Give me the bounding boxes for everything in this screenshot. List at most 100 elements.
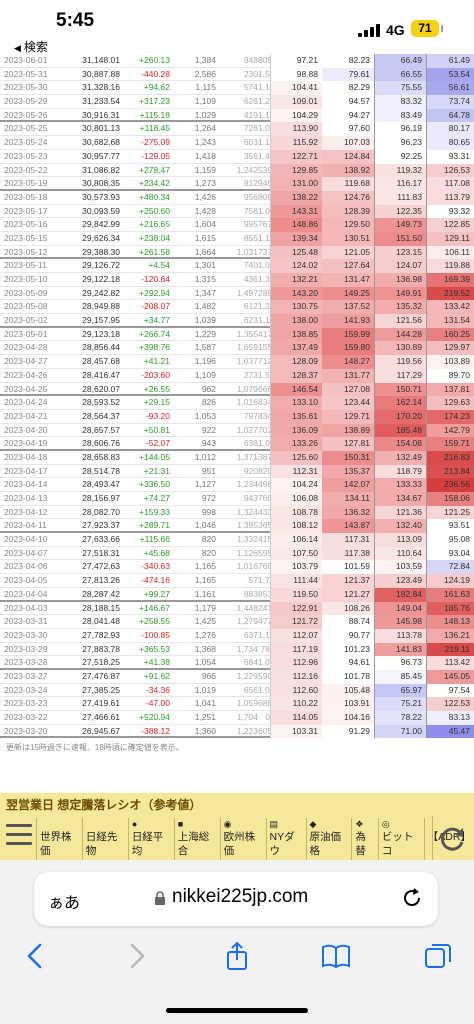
ratio-10d-cell: 79.61: [322, 67, 374, 82]
unchanged-cell: 767: [258, 219, 270, 230]
ratio-5d-cell: 112.96: [270, 656, 322, 670]
ratio-10d-cell: 129.50: [322, 218, 374, 232]
change-cell: -203.60: [141, 369, 170, 380]
declines-cell: 1,027: [236, 424, 258, 435]
nav-item-label: 欧州株価: [223, 831, 256, 857]
nav-item[interactable]: ◉ 欧州株価: [219, 818, 266, 864]
ratio-5d-cell: 104.41: [270, 81, 322, 96]
nav-item[interactable]: ● 日経平均: [127, 818, 174, 864]
change-cell: +292.94: [139, 287, 170, 298]
advances-cell: 1,347: [194, 287, 216, 298]
ratio-10d-cell: 119.68: [322, 177, 374, 191]
ratio-25d-cell: 89.70: [426, 368, 474, 383]
nav-item[interactable]: ❖ 為替: [351, 818, 377, 864]
date-cell: 2023-05-01: [4, 328, 48, 339]
advances-cell: 1,360: [194, 725, 216, 736]
aa-button[interactable]: ぁあ: [48, 889, 80, 913]
unchanged-cell: 808: [258, 191, 270, 202]
nav-item[interactable]: ■ 上海総合: [173, 818, 220, 864]
close-cell: 31,328.16: [82, 82, 120, 93]
share-icon[interactable]: [221, 940, 253, 972]
bookmarks-icon[interactable]: [320, 940, 352, 972]
ratio-15d-cell: 117.29: [374, 368, 426, 383]
close-cell: 28,949.88: [82, 301, 120, 312]
ratio-15d-cell: 113.78: [374, 628, 426, 643]
ratio-5d-cell: 133.26: [270, 437, 322, 451]
ratio-10d-cell: 143.87: [322, 519, 374, 534]
table-row: 2023-03-3027,782.93-100.851,2766371,1181…: [0, 628, 474, 643]
declines-cell: 1,448: [236, 602, 258, 613]
menu-icon[interactable]: [4, 818, 34, 854]
ratio-25d-cell: 121.25: [426, 505, 474, 520]
close-cell: 28,606.76: [82, 438, 120, 449]
ratio-10d-cell: 82.23: [322, 54, 374, 68]
unchanged-cell: 1,420: [258, 150, 270, 161]
ratio-5d-cell: 109.01: [270, 95, 322, 109]
declines-cell: 684: [243, 657, 258, 668]
nav-item[interactable]: 世界株価: [36, 818, 82, 864]
close-cell: 30,682.68: [82, 137, 120, 148]
back-to-app-link[interactable]: ◀ 検索: [14, 38, 48, 55]
close-cell: 28,287.42: [82, 588, 120, 599]
close-cell: 28,457.68: [82, 356, 120, 367]
ratio-15d-cell: 65.97: [374, 683, 426, 698]
ratio-15d-cell: 162.14: [374, 396, 426, 410]
ratio-15d-cell: 71.00: [374, 724, 426, 739]
date-cell: 2023-05-24: [4, 137, 48, 148]
close-cell: 27,923.37: [82, 520, 120, 531]
date-cell: 2023-04-14: [4, 479, 48, 490]
advances-cell: 1,165: [194, 561, 216, 572]
close-cell: 29,626.34: [82, 232, 120, 243]
flag-icon: ▤: [269, 819, 279, 829]
nav-item[interactable]: ▤ NYダウ: [265, 818, 306, 864]
date-cell: 2023-03-23: [4, 698, 48, 709]
declines-cell: 1,242: [236, 164, 258, 175]
nav-item[interactable]: 日経先物: [81, 818, 128, 864]
unchanged-cell: 590: [258, 670, 270, 681]
ratio-5d-cell: 113.90: [270, 122, 322, 137]
ratio-5d-cell: 124.02: [270, 259, 322, 273]
ratio-25d-cell: 45.47: [426, 724, 474, 739]
declines-cell: 57: [248, 575, 258, 586]
table-row: 2023-03-23 27,419.61 -47.00 1,041 1,059 688 11…: [0, 697, 474, 711]
ratio-10d-cell: 128.39: [322, 204, 374, 219]
declines-cell: 1,234: [236, 479, 258, 490]
declines-cell: 1,229: [236, 670, 258, 681]
back-icon[interactable]: [20, 940, 52, 972]
tabs-icon[interactable]: [422, 940, 454, 972]
declines-cell: 626: [243, 96, 258, 107]
advances-cell: 1,276: [194, 629, 216, 640]
table-row: 2023-05-18 30,573.93 +480.34 1,426 956 808 138…: [0, 190, 474, 205]
nav-item[interactable]: ◎ ビットコ: [377, 818, 424, 864]
table-row: 2023-04-18 28,658.83 +144.05 1,012 1,371 387 1…: [0, 450, 474, 465]
ratio-15d-cell: 110.64: [374, 546, 426, 561]
declines-cell: 638: [243, 438, 258, 449]
unchanged-cell: 712: [258, 356, 270, 367]
close-cell: 30,916.31: [82, 109, 120, 120]
reload-icon[interactable]: [400, 886, 424, 910]
refresh-icon[interactable]: [432, 816, 472, 862]
url-text[interactable]: nikkei225jp.com: [172, 886, 308, 908]
unchanged-cell: 1,118: [258, 629, 270, 640]
close-cell: 28,416.47: [82, 369, 120, 380]
declines-cell: 1,016: [236, 397, 258, 408]
nav-item[interactable]: ◆ 原油価格: [305, 818, 352, 864]
close-cell: 28,493.47: [82, 479, 120, 490]
ratio-5d-cell: 148.86: [270, 218, 322, 232]
table-row: 2023-05-01 29,123.18 +266.74 1,229 1,355 417 1…: [0, 327, 474, 342]
unchanged-cell: 605: [258, 725, 270, 736]
table-row: 2023-05-1529,626.34+238.041,6158551,1751…: [0, 231, 474, 246]
change-cell: -129.05: [141, 150, 170, 161]
table-row: 2023-05-16 29,842.99 +216.65 1,604 995 767 148…: [0, 218, 474, 232]
ratio-5d-cell: 117.19: [270, 642, 322, 657]
ratio-25d-cell: 129.11: [426, 231, 474, 246]
ratio-25d-cell: 136.21: [426, 628, 474, 643]
forward-icon[interactable]: [120, 940, 152, 972]
change-cell: +317.23: [139, 96, 170, 107]
date-cell: 2023-05-29: [4, 96, 48, 107]
address-bar[interactable]: ぁあ nikkei225jp.com: [34, 872, 438, 926]
table-row: 2023-04-07 27,518.31 +45.68 820 1,126 595 107.…: [0, 546, 474, 561]
ratio-15d-cell: 149.91: [374, 286, 426, 301]
unchanged-cell: 387: [258, 451, 270, 462]
band-title[interactable]: 翌営業日 想定騰落レシオ（参考値）: [6, 796, 201, 813]
